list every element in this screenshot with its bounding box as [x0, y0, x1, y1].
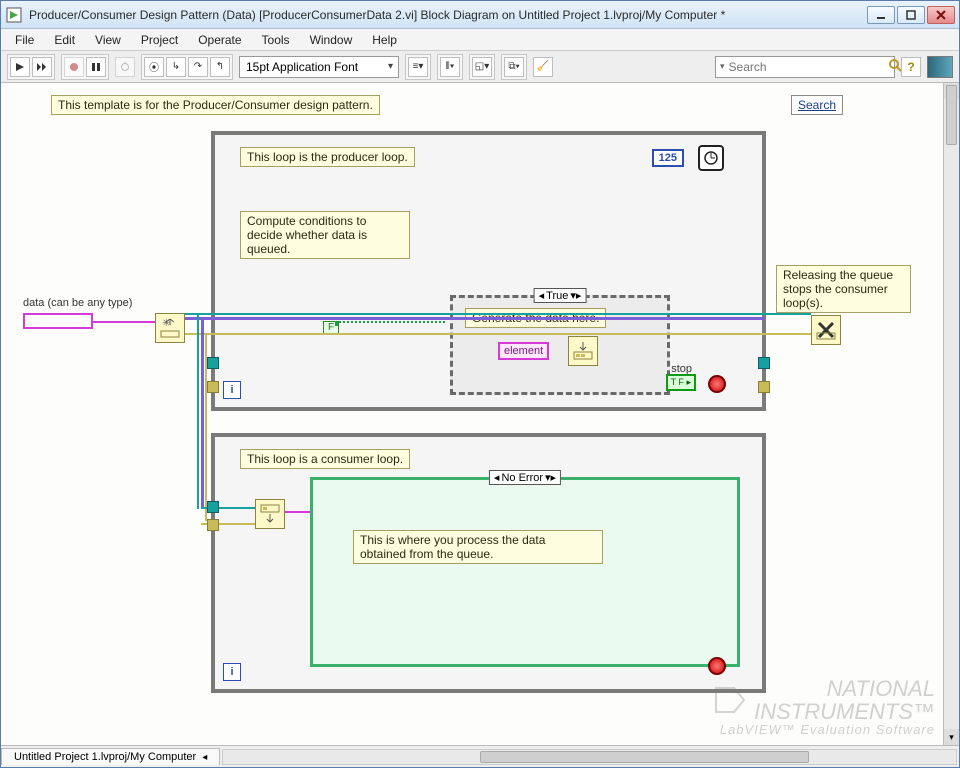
wire-purple-main — [185, 317, 765, 320]
run-continuous-button[interactable] — [32, 57, 52, 77]
comment-template[interactable]: This template is for the Producer/Consum… — [51, 95, 380, 115]
comment-process[interactable]: This is where you process the data obtai… — [353, 530, 603, 564]
wire-pink-1 — [93, 321, 155, 323]
comment-consumer[interactable]: This loop is a consumer loop. — [240, 449, 410, 469]
consumer-iteration-terminal[interactable]: i — [223, 663, 241, 681]
highlight-exec-button[interactable] — [115, 57, 135, 77]
cleanup-button[interactable]: 🧹 — [533, 57, 553, 77]
producer-while-loop[interactable]: This loop is the producer loop. 125 Comp… — [211, 131, 766, 411]
abort-group — [61, 54, 109, 80]
vi-icon[interactable] — [927, 56, 953, 78]
case-selector-true[interactable]: ◂ True ▾▸ — [534, 288, 587, 303]
wire-yellow-drop — [205, 333, 207, 521]
element-terminal[interactable]: element — [498, 342, 549, 360]
consumer-tunnel-in-top[interactable] — [207, 501, 219, 513]
block-diagram-canvas[interactable]: This template is for the Producer/Consum… — [1, 83, 943, 745]
menu-window[interactable]: Window — [302, 31, 361, 49]
run-group — [7, 54, 55, 80]
toolbar: ⦿ ↳ ↷ ↰ 15pt Application Font ≡▾ ⫴▾ ◱▾ ⧉… — [1, 51, 959, 83]
run-button[interactable] — [10, 57, 30, 77]
scroll-down-button[interactable]: ▾ — [944, 729, 959, 745]
menubar: File Edit View Project Operate Tools Win… — [1, 29, 959, 51]
context-help-button[interactable]: ? — [901, 57, 921, 77]
vertical-scrollbar[interactable]: ▴ ▾ — [943, 83, 959, 745]
enqueue-element-node[interactable] — [568, 336, 598, 366]
timer-ms-constant[interactable]: 125 — [652, 149, 684, 167]
close-button[interactable] — [927, 6, 955, 24]
pause-button[interactable] — [86, 57, 106, 77]
menu-edit[interactable]: Edit — [46, 31, 83, 49]
producer-iteration-terminal[interactable]: i — [223, 381, 241, 399]
comment-producer[interactable]: This loop is the producer loop. — [240, 147, 415, 167]
menu-tools[interactable]: Tools — [254, 31, 298, 49]
window-title: Producer/Consumer Design Pattern (Data) … — [29, 8, 867, 22]
footer-bar: Untitled Project 1.lvproj/My Computer ◂ — [1, 745, 959, 767]
menu-project[interactable]: Project — [133, 31, 186, 49]
menu-view[interactable]: View — [87, 31, 129, 49]
consumer-case-structure[interactable]: ◂ No Error ▾▸ This is where you process … — [310, 477, 740, 667]
stop-control[interactable]: T F ▸ — [666, 374, 696, 391]
comment-compute[interactable]: Compute conditions to decide whether dat… — [240, 211, 410, 259]
debug-group: ⦿ ↳ ↷ ↰ — [141, 54, 233, 80]
toolbar-search[interactable]: ▾ — [715, 56, 895, 78]
step-out-button[interactable]: ↰ — [210, 57, 230, 77]
search-link[interactable]: Search — [791, 95, 843, 115]
app-icon — [5, 6, 23, 24]
project-path-tab[interactable]: Untitled Project 1.lvproj/My Computer ◂ — [1, 748, 220, 765]
abort-button[interactable] — [64, 57, 84, 77]
wire-purple-drop — [201, 317, 204, 507]
comment-release[interactable]: Releasing the queue stops the consumer l… — [776, 265, 911, 313]
consumer-while-loop[interactable]: This loop is a consumer loop. ◂ No Error… — [211, 433, 766, 693]
case-selector-noerror[interactable]: ◂ No Error ▾▸ — [489, 470, 561, 485]
data-type-control[interactable] — [23, 313, 93, 329]
step-over-button[interactable]: ↷ — [188, 57, 208, 77]
minimize-button[interactable] — [867, 6, 895, 24]
font-selector[interactable]: 15pt Application Font — [239, 56, 399, 78]
producer-tunnel-in-bot[interactable] — [207, 381, 219, 393]
release-queue-node[interactable] — [811, 315, 841, 345]
producer-case-structure[interactable]: ◂ True ▾▸ Generate the data here. elemen… — [450, 295, 670, 395]
search-dropdown-icon[interactable]: ▾ — [720, 61, 725, 72]
wire-teal-main — [185, 313, 811, 315]
data-type-label: data (can be any type) — [23, 297, 132, 309]
producer-tunnel-out-bot[interactable] — [758, 381, 770, 393]
menu-operate[interactable]: Operate — [190, 31, 249, 49]
wire-teal-drop — [197, 313, 199, 509]
align-button[interactable]: ≡▾ — [408, 57, 428, 77]
horizontal-scrollbar[interactable] — [222, 749, 957, 765]
retain-wire-button[interactable]: ⦿ — [144, 57, 164, 77]
step-into-button[interactable]: ↳ — [166, 57, 186, 77]
vscroll-thumb[interactable] — [946, 85, 957, 145]
wait-ms-node[interactable] — [698, 145, 724, 171]
distribute-button[interactable]: ⫴▾ — [440, 57, 460, 77]
reorder-button[interactable]: ⧉▾ — [504, 57, 524, 77]
producer-tunnel-out-top[interactable] — [758, 357, 770, 369]
consumer-stop-terminal[interactable] — [708, 657, 726, 675]
producer-tunnel-in-top[interactable] — [207, 357, 219, 369]
menu-help[interactable]: Help — [364, 31, 405, 49]
app-window: Producer/Consumer Design Pattern (Data) … — [0, 0, 960, 768]
maximize-button[interactable] — [897, 6, 925, 24]
search-input[interactable] — [729, 60, 884, 74]
resize-button[interactable]: ◱▾ — [472, 57, 492, 77]
titlebar[interactable]: Producer/Consumer Design Pattern (Data) … — [1, 1, 959, 29]
hscroll-thumb[interactable] — [480, 751, 810, 763]
wire-yellow-err — [185, 333, 811, 335]
obtain-queue-node[interactable]: ✳ — [155, 313, 185, 343]
search-icon[interactable] — [888, 58, 902, 75]
svg-text:✳: ✳ — [162, 318, 170, 329]
wire-green-cond — [335, 321, 445, 323]
menu-file[interactable]: File — [7, 31, 42, 49]
loop-stop-terminal[interactable] — [708, 375, 726, 393]
dequeue-element-node[interactable] — [255, 499, 285, 529]
align-group: ≡▾ — [405, 54, 431, 80]
chevron-left-icon[interactable]: ◂ — [202, 752, 207, 763]
consumer-tunnel-in-bot[interactable] — [207, 519, 219, 531]
